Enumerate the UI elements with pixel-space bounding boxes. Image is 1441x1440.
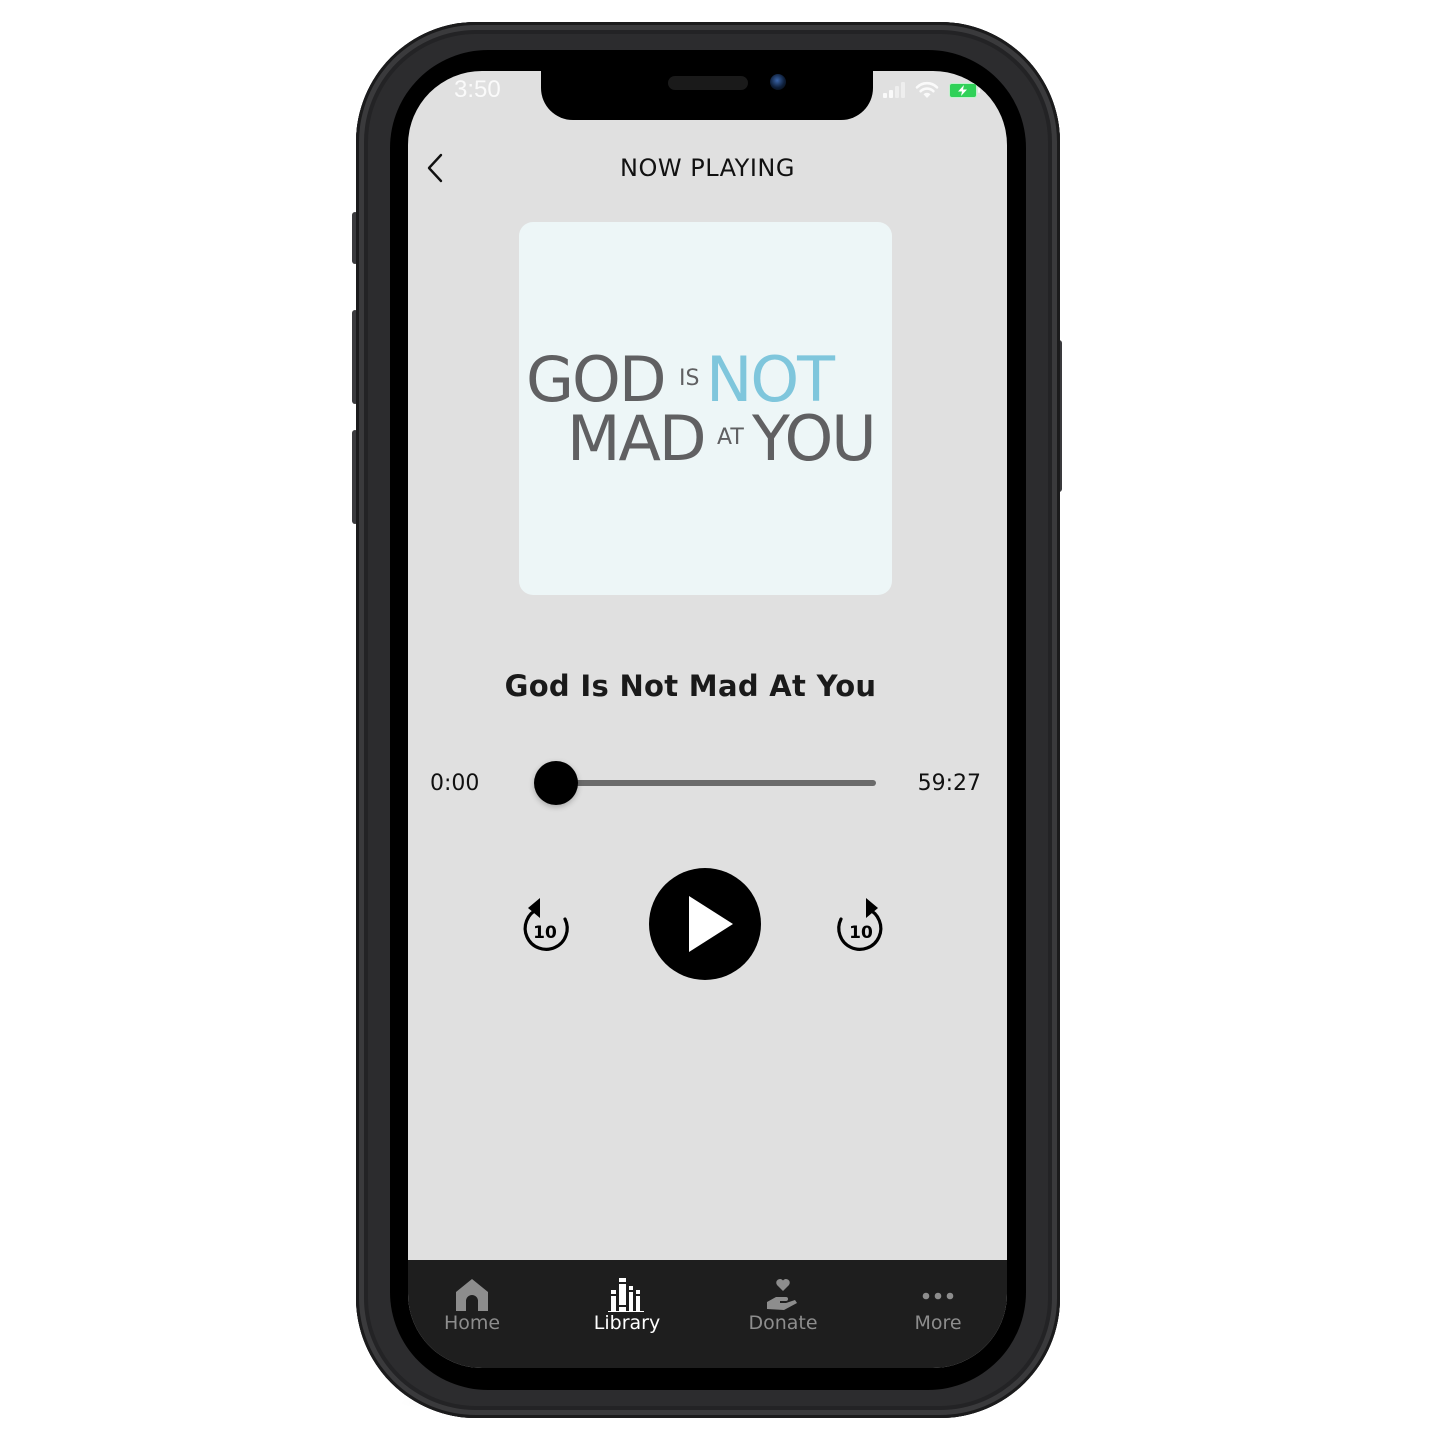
track-title: God Is Not Mad At You [504, 669, 877, 703]
elapsed-time: 0:00 [430, 771, 480, 796]
more-icon [922, 1292, 954, 1300]
play-icon [689, 896, 733, 952]
play-button[interactable] [649, 868, 761, 980]
library-icon [608, 1278, 644, 1312]
tab-more-label: More [914, 1312, 962, 1334]
tab-more[interactable]: More [878, 1276, 998, 1346]
playback-controls: 10 10 [408, 868, 1007, 982]
rewind-10-icon: 10 [523, 898, 569, 951]
donate-icon [767, 1279, 797, 1310]
tab-home[interactable]: Home [412, 1276, 532, 1346]
progress-slider[interactable] [534, 761, 876, 805]
cellular-signal-icon [883, 82, 905, 98]
artwork-text-at: AT [717, 425, 744, 450]
tab-bar: Home Library Donate More [408, 1260, 1007, 1368]
total-duration: 59:27 [917, 771, 981, 796]
album-artwork: GOD IS NOT MAD AT YOU [519, 222, 892, 595]
tab-library[interactable]: Library [567, 1276, 687, 1346]
front-camera [770, 74, 786, 90]
forward-10-button[interactable]: 10 [832, 893, 888, 955]
tab-donate[interactable]: Donate [723, 1276, 843, 1346]
home-icon [456, 1279, 488, 1311]
status-icons [883, 81, 980, 99]
status-time: 3:50 [454, 76, 501, 103]
artwork-text-you: YOU [752, 402, 877, 475]
forward-10-icon: 10 [837, 898, 883, 951]
artwork-text-is: IS [679, 366, 700, 391]
app-screen: 3:50 NOW PLAYING GOD IS NOT MAD AT YOU G… [408, 71, 1007, 1368]
tab-library-label: Library [593, 1312, 661, 1334]
wifi-icon [915, 81, 939, 98]
slider-track [554, 780, 876, 786]
tab-donate-label: Donate [748, 1312, 818, 1334]
battery-charging-icon [949, 82, 980, 98]
svg-text:10: 10 [849, 923, 873, 943]
svg-text:10: 10 [533, 923, 557, 943]
tab-home-label: Home [443, 1312, 501, 1334]
slider-thumb[interactable] [534, 761, 578, 805]
nav-header: NOW PLAYING [408, 151, 1007, 191]
earpiece-speaker [668, 76, 748, 90]
notch [541, 71, 873, 120]
page-title: NOW PLAYING [620, 154, 795, 182]
rewind-10-button[interactable]: 10 [518, 893, 574, 955]
artwork-text-mad: MAD [567, 402, 707, 475]
